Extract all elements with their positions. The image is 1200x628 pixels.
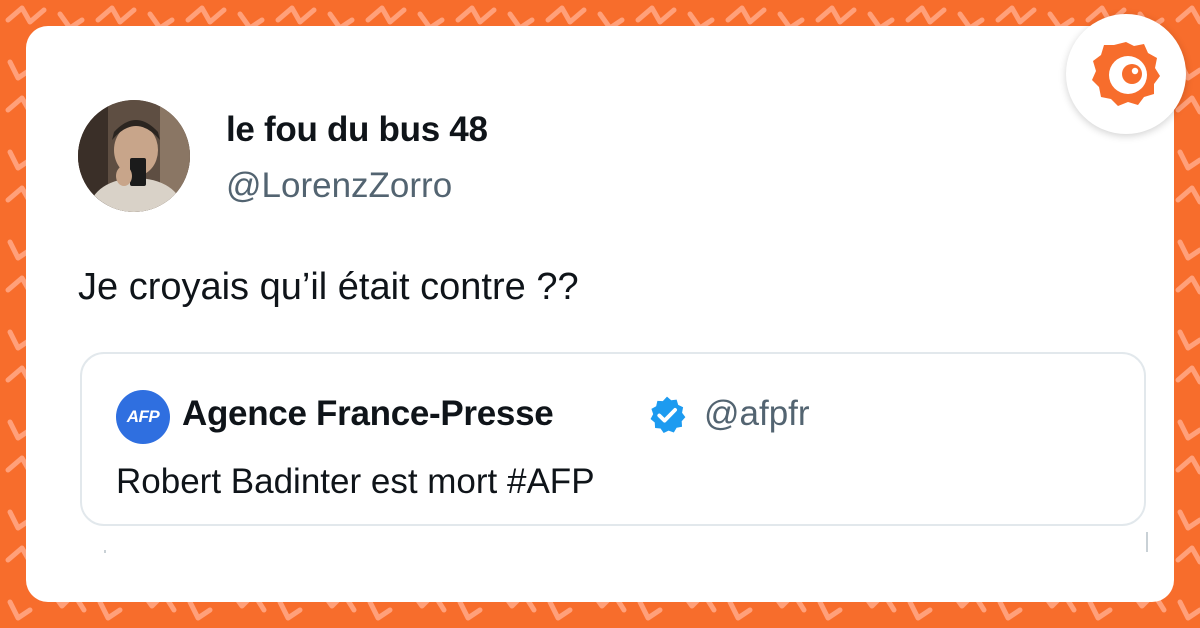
quoted-tweet-text: Robert Badinter est mort #AFP [116, 462, 595, 501]
verified-badge-icon [650, 396, 686, 434]
quoted-display-name[interactable]: Agence France-Presse [182, 394, 554, 434]
divider-tick [104, 550, 106, 553]
display-name[interactable]: le fou du bus 48 [226, 110, 488, 150]
brand-logo-icon [1092, 42, 1160, 106]
quoted-tweet[interactable]: AFP Agence France-Presse @afpfr Robert B… [80, 352, 1146, 526]
afp-logo: AFP [116, 390, 170, 444]
avatar[interactable] [78, 100, 190, 212]
user-handle[interactable]: @LorenzZorro [226, 166, 452, 206]
avatar-photo [78, 100, 190, 212]
tweet-text: Je croyais qu’il était contre ?? [78, 266, 579, 308]
afp-logo-text: AFP [126, 407, 160, 426]
divider-tick [1146, 532, 1148, 552]
tweet-card: le fou du bus 48 @LorenzZorro Je croyais… [26, 26, 1174, 602]
brand-badge [1066, 14, 1186, 134]
quoted-handle[interactable]: @afpfr [704, 394, 810, 434]
